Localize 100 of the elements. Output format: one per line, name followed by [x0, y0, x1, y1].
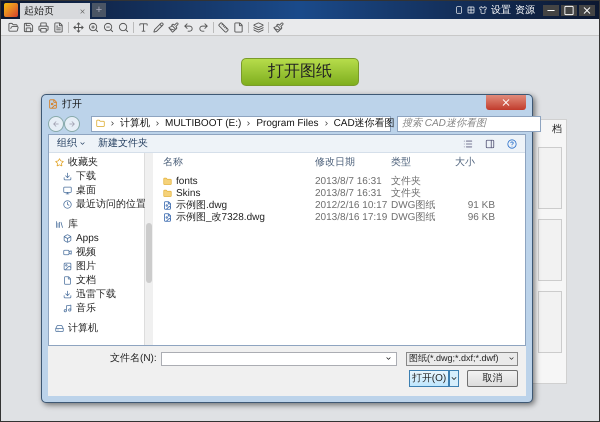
file-name: Skins — [176, 186, 200, 200]
column-header[interactable]: 类型 — [391, 154, 455, 170]
chevron-icon[interactable] — [322, 120, 330, 127]
breadcrumb-item[interactable]: MULTIBOOT (E:) — [165, 116, 242, 131]
chevron-icon[interactable] — [245, 120, 252, 127]
breadcrumb-item[interactable]: 计算机 — [120, 116, 150, 131]
file-type: 文件夹 — [391, 174, 422, 188]
sidebar-item[interactable]: 收藏夹 — [68, 158, 98, 168]
grid-icon[interactable] — [467, 6, 475, 14]
open-icon[interactable] — [8, 22, 19, 32]
column-header[interactable]: 大小 — [455, 154, 495, 170]
download-icon — [63, 290, 72, 299]
file-row[interactable]: 示例图.dwg 2012/2/16 10:17 DWG图纸 91 KB — [163, 199, 525, 211]
image-icon — [63, 262, 72, 271]
brush-icon[interactable] — [168, 22, 179, 32]
sidebar-item[interactable]: Apps — [76, 234, 99, 244]
sidebar-item[interactable]: 库 — [68, 220, 78, 230]
column-header[interactable]: 修改日期 — [315, 154, 391, 170]
brush-icon[interactable] — [273, 22, 284, 32]
file-date: 2013/8/16 17:19 — [315, 210, 388, 224]
star-icon — [55, 158, 64, 167]
folder-icon — [163, 176, 172, 186]
ruler-icon[interactable] — [218, 22, 229, 32]
sidebar-item[interactable]: 最近访问的位置 — [76, 200, 146, 210]
print-icon[interactable] — [38, 22, 49, 32]
file-type: DWG图纸 — [391, 210, 436, 224]
column-header[interactable]: 名称 — [163, 154, 315, 170]
new-folder-button[interactable]: 新建文件夹 — [98, 136, 148, 151]
search-icon[interactable] — [118, 22, 129, 32]
cancel-button[interactable]: 取消 — [467, 370, 518, 387]
drawing-file-icon — [163, 212, 172, 222]
file-date: 2012/2/16 10:17 — [315, 198, 388, 212]
sidebar-item[interactable]: 下载 — [76, 172, 96, 182]
monitor-icon — [63, 186, 72, 195]
text-icon[interactable] — [138, 22, 149, 32]
top-link[interactable]: 资源 — [515, 2, 535, 18]
sidebar-item[interactable]: 音乐 — [76, 304, 96, 314]
minimize-icon[interactable] — [543, 4, 559, 16]
open-button[interactable]: 打开(O) — [409, 370, 449, 387]
sidebar-item[interactable]: 迅雷下载 — [76, 290, 116, 300]
close-icon[interactable] — [579, 4, 595, 16]
file-row[interactable]: 示例图_改7328.dwg 2013/8/16 17:19 DWG图纸 96 KB — [163, 211, 525, 223]
search-field[interactable]: 搜索 CAD迷你看图 — [397, 116, 541, 132]
save-icon[interactable] — [23, 22, 34, 32]
maximize-icon[interactable] — [561, 4, 577, 16]
help-icon[interactable] — [507, 138, 517, 148]
box-icon — [63, 234, 72, 243]
file-name: 示例图.dwg — [176, 198, 228, 212]
preview-pane-icon[interactable] — [485, 138, 495, 148]
file-type: 文件夹 — [391, 186, 422, 200]
clock-icon — [63, 200, 72, 209]
sidebar-item[interactable]: 视频 — [76, 248, 96, 258]
document-icon — [63, 276, 72, 285]
pencil-icon[interactable] — [153, 22, 164, 32]
chevron-icon[interactable] — [154, 120, 161, 127]
start-tab[interactable]: 起始页 — [20, 3, 90, 19]
open-menu-caret-icon[interactable] — [449, 370, 459, 387]
sidebar-item[interactable]: 计算机 — [68, 324, 98, 334]
app-logo-icon — [4, 3, 18, 17]
phone-icon[interactable] — [455, 6, 463, 14]
top-link[interactable]: 设置 — [491, 2, 511, 18]
dialog-app-icon — [48, 99, 58, 109]
library-icon — [55, 220, 64, 229]
sidebar-item[interactable]: 图片 — [76, 262, 96, 272]
download-icon — [63, 172, 72, 181]
address-bar[interactable]: 计算机 MULTIBOOT (E:) Program Files CAD迷你看图 — [91, 116, 391, 132]
drawing-file-icon — [163, 200, 172, 210]
file-row[interactable]: fonts 2013/8/7 16:31 文件夹 — [163, 175, 525, 187]
organize-button[interactable]: 组织 — [57, 136, 86, 151]
zoom-out-icon[interactable] — [103, 22, 114, 32]
filename-field[interactable] — [160, 352, 397, 366]
layers-icon[interactable] — [253, 22, 264, 32]
filename-label: 文件名(N): — [110, 352, 157, 366]
folder-icon — [96, 119, 105, 128]
move-icon[interactable] — [73, 22, 84, 32]
file-size: 91 KB — [466, 198, 495, 212]
redo-icon[interactable] — [198, 22, 209, 32]
file-name: 示例图_改7328.dwg — [176, 210, 265, 224]
file-date: 2013/8/7 16:31 — [315, 174, 383, 188]
breadcrumb-item[interactable]: Program Files — [256, 116, 319, 131]
zoom-in-icon[interactable] — [88, 22, 99, 32]
open-drawing-button[interactable]: 打开图纸 — [241, 58, 359, 86]
sidebar-item[interactable]: 文档 — [76, 276, 96, 286]
caret-icon — [384, 355, 392, 362]
video-icon — [63, 248, 72, 257]
file-name: fonts — [176, 174, 198, 188]
close-icon[interactable] — [486, 94, 526, 110]
undo-icon[interactable] — [183, 22, 194, 32]
shirt-icon[interactable] — [479, 6, 487, 14]
file-type-dropdown[interactable]: 图纸(*.dwg;*.dxf;*.dwf) — [406, 352, 518, 366]
dialog-title: 打开 — [62, 98, 82, 112]
folder-icon — [163, 188, 172, 198]
panel-heading: 档 — [552, 122, 562, 137]
file-row[interactable]: Skins 2013/8/7 16:31 文件夹 — [163, 187, 525, 199]
music-icon — [63, 304, 72, 313]
drive-icon — [55, 324, 64, 333]
chevron-icon[interactable] — [109, 120, 116, 127]
sidebar-item[interactable]: 桌面 — [76, 186, 96, 196]
page-icon[interactable] — [233, 22, 244, 32]
view-icon[interactable] — [463, 138, 473, 148]
